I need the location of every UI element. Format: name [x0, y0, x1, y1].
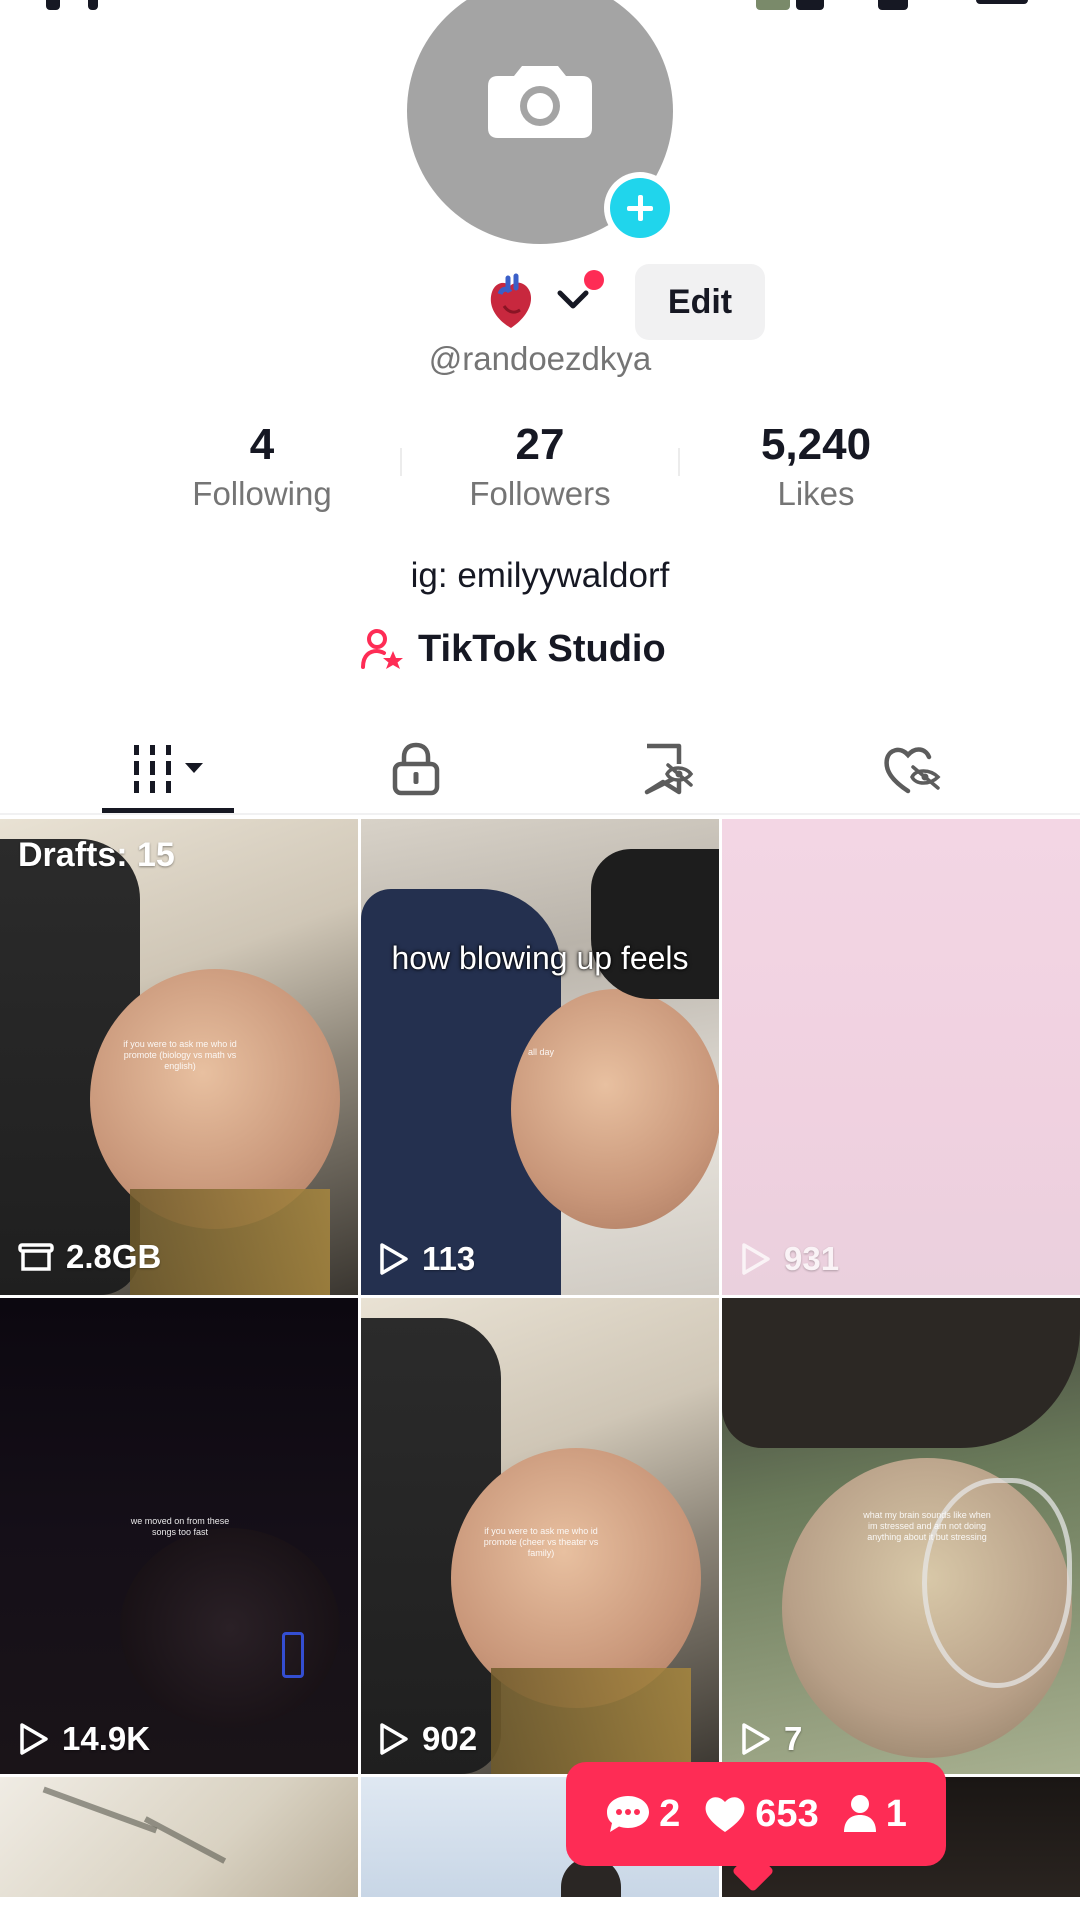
status-bar-fragment: [878, 0, 908, 10]
status-bar-fragment: [796, 0, 824, 10]
status-bar-fragment: [756, 0, 790, 10]
tile-caption-text: if you were to ask me who id promote (ch…: [483, 1526, 599, 1558]
likes-count: 653: [703, 1792, 819, 1836]
tile-stat-value: 113: [422, 1240, 476, 1277]
person-icon: [843, 1795, 876, 1832]
stat-value: 5,240: [760, 420, 872, 469]
play-icon: [742, 1243, 770, 1275]
studio-label: TikTok Studio: [418, 627, 666, 670]
heart-icon: [705, 1797, 745, 1832]
stat-value: 4: [249, 420, 275, 469]
stat-divider: [400, 448, 402, 476]
camera-icon: [488, 66, 592, 138]
stat-following[interactable]: 4 Following: [142, 420, 382, 518]
stat-label: Following: [192, 475, 332, 512]
tile-stat: 14.9K: [18, 1720, 150, 1758]
stat-label: Followers: [469, 475, 611, 512]
stat-label: Likes: [777, 475, 855, 512]
followers-count: 1: [842, 1793, 907, 1836]
notification-dot: [584, 270, 604, 290]
liked-hidden-icon: [884, 747, 941, 794]
status-bar-fragment: [46, 0, 60, 10]
tab-divider: [0, 813, 1080, 815]
videos-grid-icon: [134, 745, 203, 793]
likes-count-value: 653: [755, 1792, 819, 1835]
drafts-box-icon: [18, 1243, 54, 1271]
add-avatar-button[interactable]: [604, 172, 676, 244]
profile-bio: ig: emilyywaldorf: [410, 556, 670, 595]
status-bar-fragment: [88, 0, 98, 10]
anatomical-heart-icon: [490, 273, 532, 328]
drafts-label: Drafts: 15: [18, 836, 175, 874]
status-bar-fragment: [976, 0, 1028, 4]
drafts-tile[interactable]: if you were to ask me who id promote (bi…: [0, 819, 358, 1295]
lock-icon: [392, 742, 440, 796]
play-icon: [380, 1243, 408, 1275]
stat-followers[interactable]: 27 Followers: [420, 420, 660, 518]
comments-count: 2: [605, 1793, 680, 1836]
stat-divider: [678, 448, 680, 476]
tab-private[interactable]: [356, 724, 476, 814]
play-icon: [742, 1723, 770, 1755]
video-tile[interactable]: we moved on from these songs too fast: [0, 1298, 358, 1774]
bookmark-hidden-icon: [644, 743, 694, 795]
chevron-down-icon[interactable]: [555, 287, 591, 313]
tile-stat-value: 2.8GB: [66, 1238, 162, 1275]
comments-count-value: 2: [659, 1792, 681, 1835]
tile-caption-text: we moved on from these songs too fast: [130, 1516, 230, 1537]
video-tile[interactable]: all day: [361, 819, 719, 1295]
stat-value: 27: [515, 420, 565, 469]
activity-notification-bubble[interactable]: 2 653 1: [566, 1762, 946, 1866]
stat-likes: 5,240 Likes: [696, 420, 936, 518]
tile-caption-text: all day: [527, 1047, 554, 1057]
video-tile[interactable]: [722, 819, 1080, 1295]
creator-star-icon: [361, 629, 403, 669]
play-icon: [20, 1723, 48, 1755]
tile-stat-value: 931: [784, 1240, 840, 1277]
tile-stat: 931: [740, 1240, 839, 1278]
video-tile[interactable]: what my brain sounds like when im stress…: [722, 1298, 1080, 1774]
bottom-bar-fragment: [0, 1897, 1080, 1920]
tab-videos[interactable]: [102, 724, 234, 814]
video-tile[interactable]: if you were to ask me who id promote (ch…: [361, 1298, 719, 1774]
tile-stat: 7: [740, 1720, 802, 1758]
video-tile[interactable]: [0, 1777, 358, 1897]
tile-overlay-text: how blowing up feels: [391, 940, 689, 976]
tile-stat-value: 7: [784, 1720, 803, 1757]
tile-stat: 113: [378, 1240, 475, 1278]
tile-stat: 902: [378, 1720, 477, 1758]
play-icon: [380, 1723, 408, 1755]
followers-count-value: 1: [885, 1792, 907, 1835]
tile-stat-value: 14.9K: [62, 1720, 151, 1757]
tile-stat-value: 902: [422, 1720, 478, 1757]
tile-caption-text: what my brain sounds like when im stress…: [863, 1510, 991, 1542]
tile-caption-text: if you were to ask me who id promote (bi…: [123, 1039, 237, 1071]
username: @randoezdkya: [428, 340, 652, 377]
tab-liked[interactable]: [852, 724, 972, 814]
comment-icon: [607, 1796, 650, 1832]
tiktok-studio-link[interactable]: TikTok Studio: [360, 624, 666, 674]
tab-favorites[interactable]: [608, 724, 728, 814]
tile-stat: 2.8GB: [18, 1238, 161, 1276]
edit-profile-button[interactable]: Edit: [635, 264, 765, 340]
